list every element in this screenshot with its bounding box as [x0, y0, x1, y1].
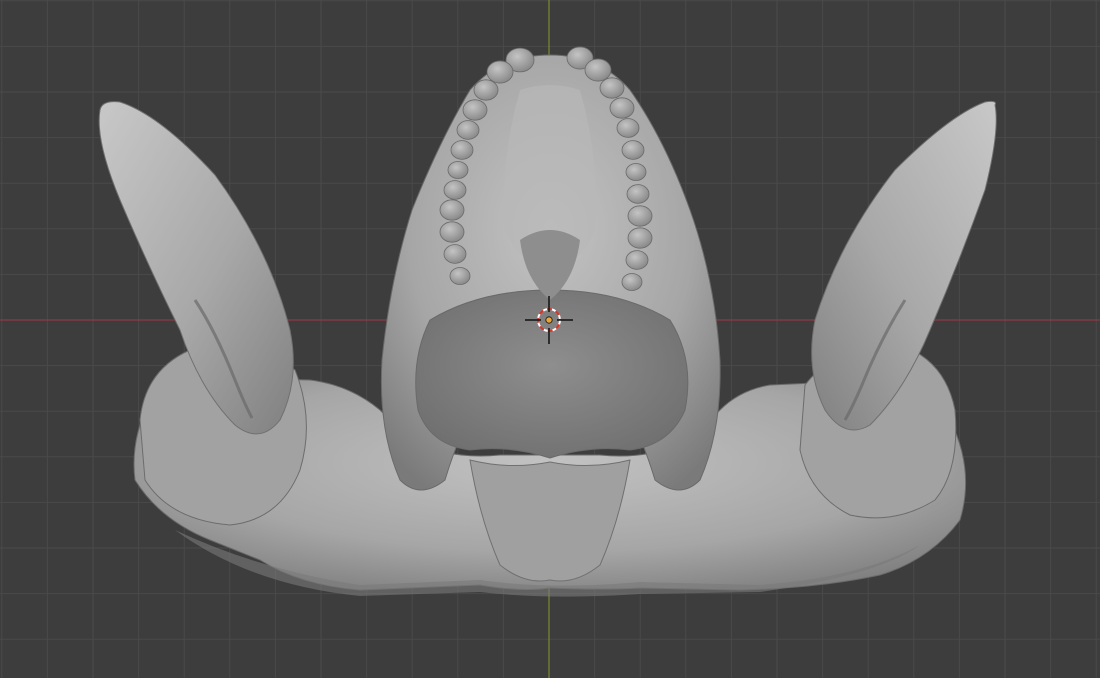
tooth: [447, 161, 469, 179]
object-origin-icon: [545, 316, 553, 324]
tooth: [621, 140, 645, 160]
tooth: [473, 79, 499, 101]
tooth: [609, 97, 635, 119]
right-horn: [811, 100, 997, 431]
tooth: [616, 118, 640, 138]
tooth: [621, 273, 643, 291]
tooth: [456, 120, 480, 140]
tooth: [449, 267, 471, 285]
tooth: [584, 58, 612, 82]
tooth: [443, 180, 467, 200]
tooth: [627, 227, 653, 249]
viewport-canvas[interactable]: [0, 0, 1100, 678]
tooth: [625, 163, 647, 181]
tooth: [439, 221, 465, 243]
tooth: [439, 199, 465, 221]
tooth: [462, 99, 488, 121]
mouth-cavity: [415, 289, 689, 459]
tooth: [625, 250, 649, 270]
tooth: [627, 205, 653, 227]
tooth: [626, 184, 650, 204]
tooth: [486, 60, 514, 84]
tooth: [450, 140, 474, 160]
3d-viewport[interactable]: [0, 0, 1100, 678]
tooth: [599, 77, 625, 99]
tooth: [443, 244, 467, 264]
